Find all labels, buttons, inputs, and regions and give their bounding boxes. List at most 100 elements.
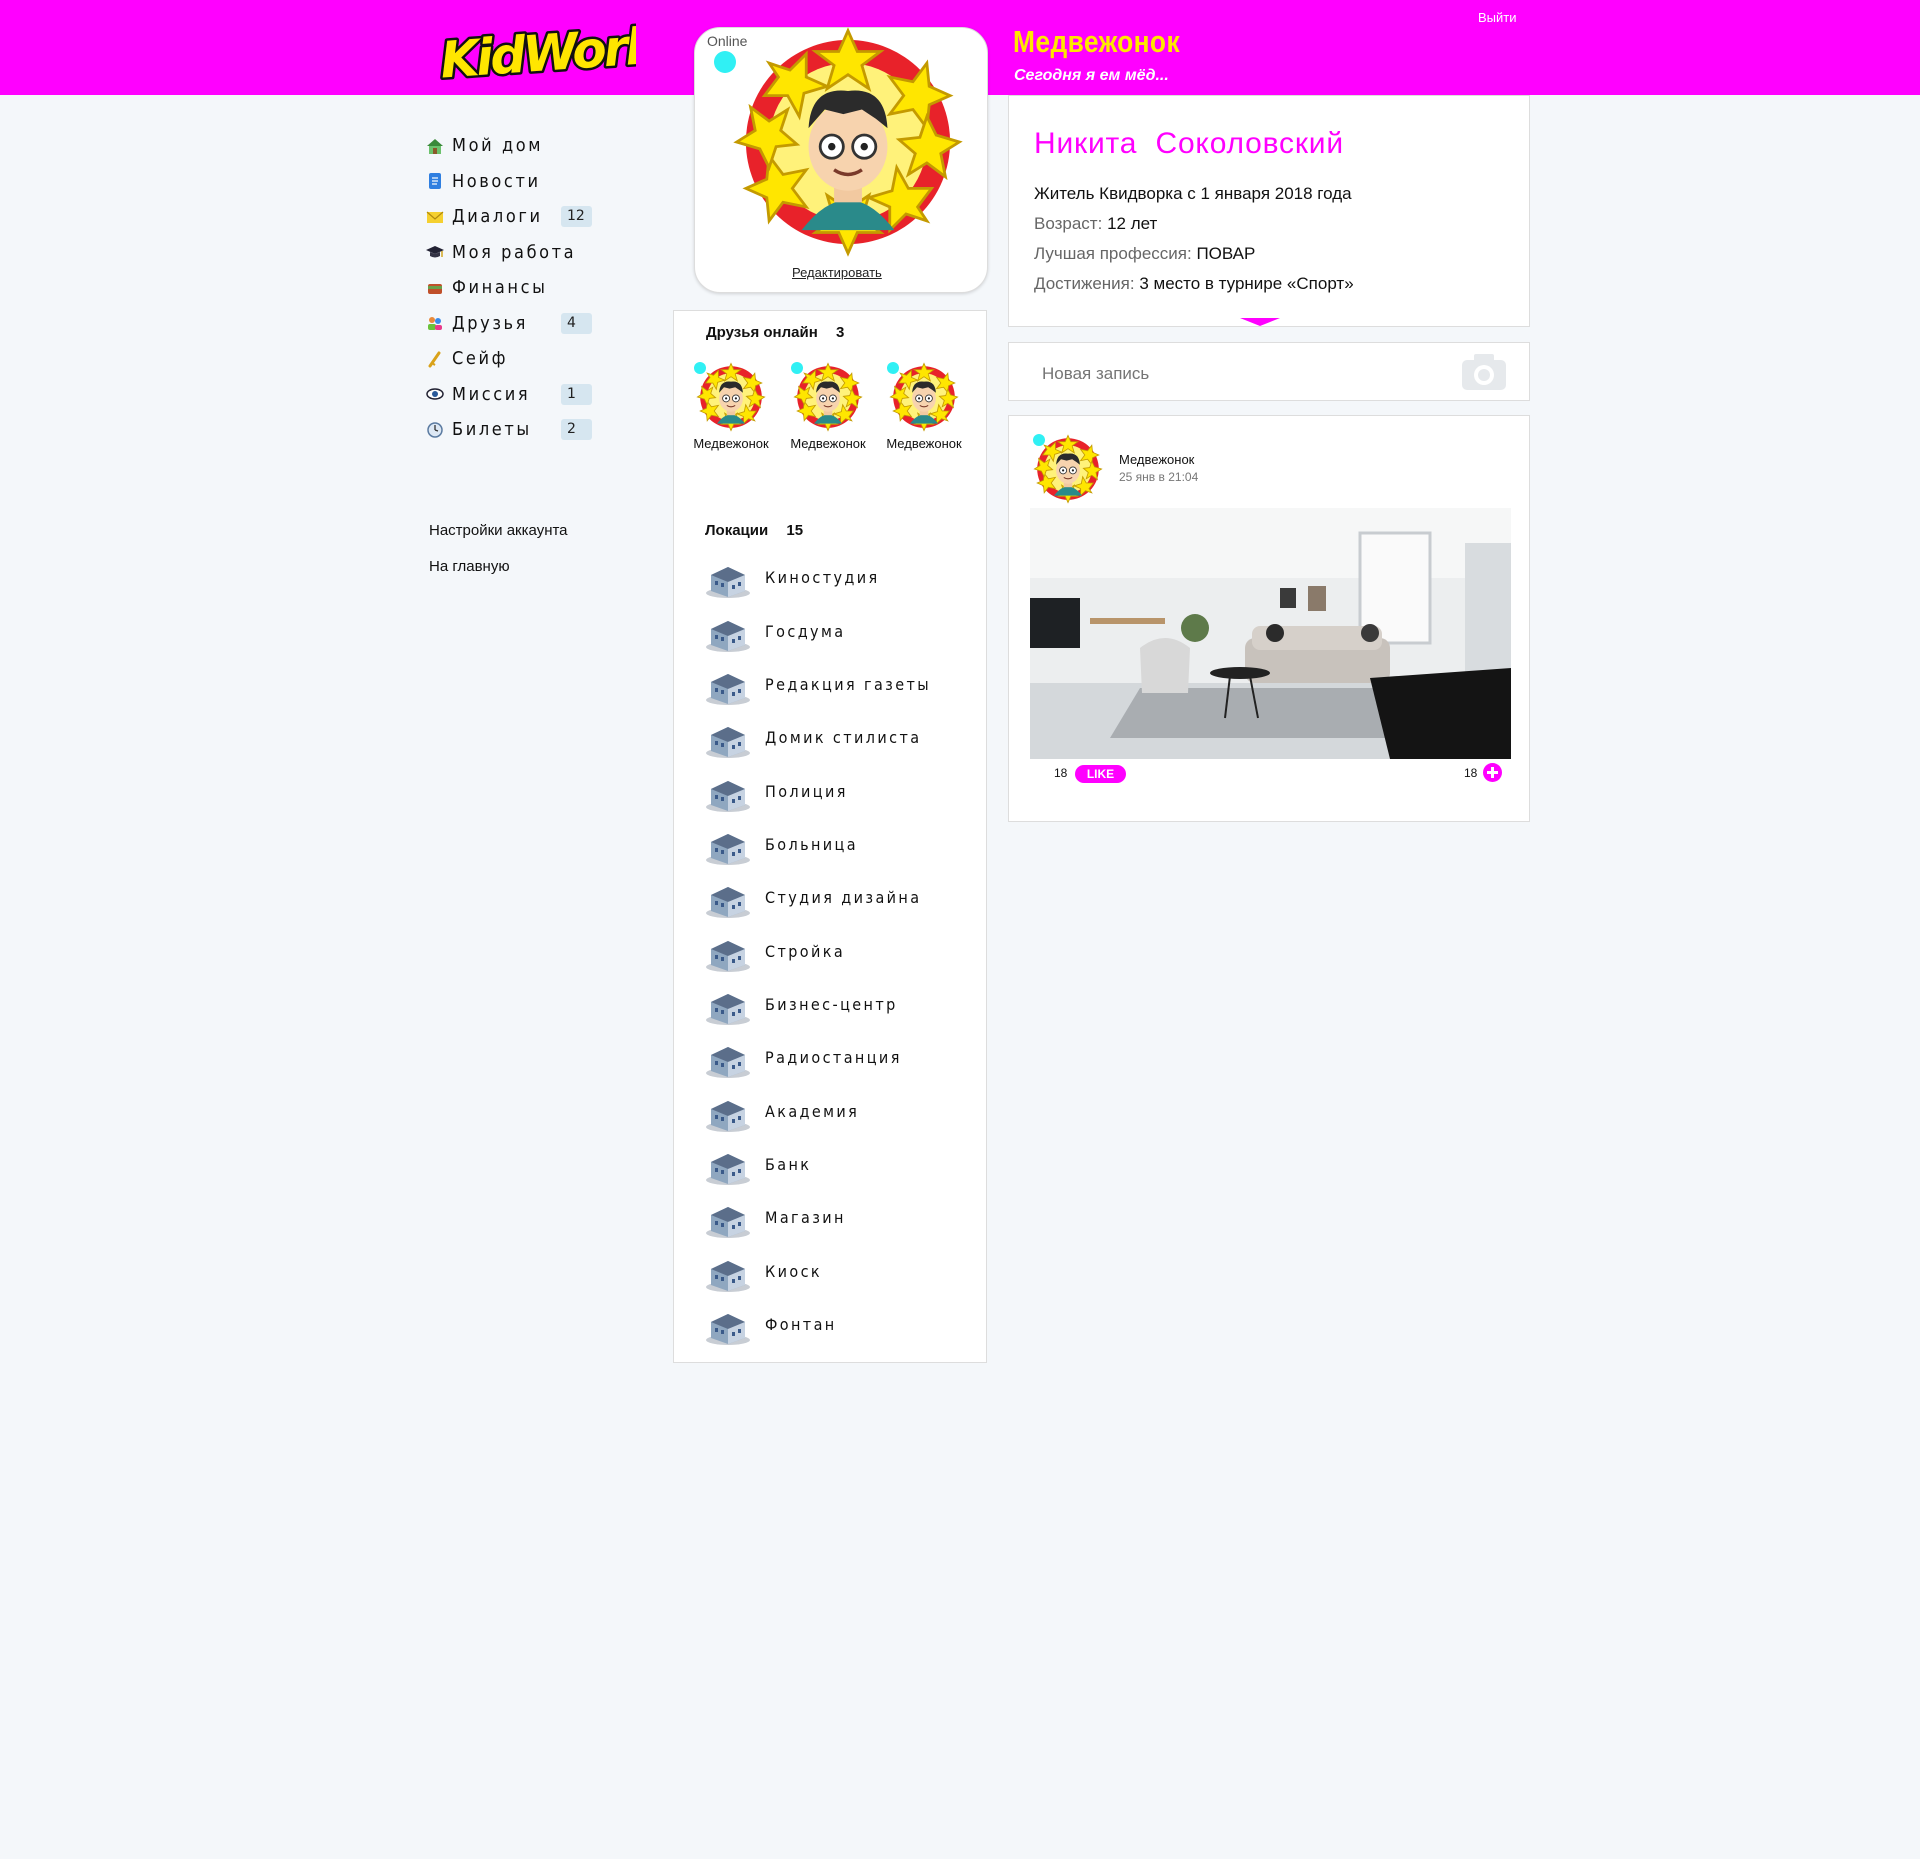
- location-shop[interactable]: Магазин: [703, 1195, 973, 1239]
- nav-label: Сейф: [452, 348, 509, 370]
- like-button[interactable]: LIKE: [1075, 765, 1126, 783]
- nav-item-safe[interactable]: Сейф: [425, 341, 595, 377]
- nav-item-home[interactable]: Мой дом: [425, 128, 595, 164]
- nav-label: Диалоги: [452, 206, 543, 228]
- friends-online-count: 3: [835, 324, 845, 341]
- location-police[interactable]: Полиция: [703, 769, 973, 813]
- nav-label: Друзья: [452, 312, 529, 334]
- location-kiosk[interactable]: Киоск: [703, 1249, 973, 1293]
- location-label: Радиостанция: [765, 1047, 902, 1067]
- online-indicator: [887, 362, 899, 374]
- logout-link[interactable]: Выйти: [1478, 10, 1517, 25]
- achievements-value: 3 место в турнире «Спорт»: [1139, 274, 1354, 293]
- post-photo-living-room[interactable]: [1030, 508, 1511, 759]
- eye-icon: [425, 384, 445, 404]
- share-count: 18: [1464, 766, 1478, 780]
- location-film-studio[interactable]: Киностудия: [703, 555, 973, 599]
- location-design-studio[interactable]: Студия дизайна: [703, 875, 973, 919]
- dialogs-badge: 12: [561, 206, 592, 227]
- friends-online-title: Друзья онлайн 3: [706, 324, 844, 341]
- location-academy[interactable]: Академия: [703, 1089, 973, 1133]
- friend-avatar: [696, 362, 766, 432]
- house-icon: [425, 136, 445, 156]
- business-center-icon: [703, 982, 753, 1026]
- friend-card[interactable]: Медвежонок: [877, 362, 971, 451]
- document-icon: [425, 171, 445, 191]
- location-label: Фонтан: [765, 1314, 837, 1334]
- home-page-link[interactable]: На главную: [429, 558, 510, 575]
- last-name: Соколовский: [1155, 127, 1344, 160]
- profession-key: Лучшая профессия:: [1034, 244, 1192, 263]
- location-radio[interactable]: Радиостанция: [703, 1035, 973, 1079]
- police-station-icon: [703, 769, 753, 813]
- location-label: Редакция газеты: [765, 674, 932, 694]
- nav-item-mission[interactable]: Миссия 1: [425, 377, 595, 413]
- graduation-cap-icon: [425, 242, 445, 262]
- location-hospital[interactable]: Больница: [703, 822, 973, 866]
- film-studio-icon: [703, 555, 753, 599]
- nav-item-dialogs[interactable]: Диалоги 12: [425, 199, 595, 235]
- header-nickname: Медвежонок: [1013, 24, 1181, 59]
- nav-label: Новости: [452, 170, 541, 192]
- location-parliament[interactable]: Госдума: [703, 609, 973, 653]
- age-row: Возраст: 12 лет: [1034, 214, 1157, 234]
- profile-avatar[interactable]: [720, 26, 976, 258]
- location-label: Домик стилиста: [765, 727, 922, 747]
- camera-icon[interactable]: [1460, 350, 1508, 392]
- resident-since: Житель Квидворка с 1 января 2018 года: [1034, 184, 1352, 203]
- academy-icon: [703, 1089, 753, 1133]
- kidwork-logo[interactable]: KidWork: [436, 14, 666, 92]
- friends-online-label: Друзья онлайн: [706, 324, 818, 341]
- nav-item-work[interactable]: Моя работа: [425, 235, 595, 271]
- edit-avatar-link[interactable]: Редактировать: [792, 265, 882, 280]
- location-stylist[interactable]: Домик стилиста: [703, 715, 973, 759]
- hospital-icon: [703, 822, 753, 866]
- friends-badge: 4: [561, 312, 592, 334]
- location-label: Бизнес-центр: [765, 994, 898, 1014]
- location-fountain[interactable]: Фонтан: [703, 1302, 973, 1346]
- post-author-name[interactable]: Медвежонок: [1119, 452, 1194, 467]
- online-label: Online: [707, 33, 748, 49]
- nav-label: Миссия: [452, 383, 531, 405]
- locations-count: 15: [786, 522, 804, 539]
- profession-value: ПОВАР: [1196, 244, 1256, 263]
- bank-icon: [703, 1142, 753, 1186]
- nav-item-friends[interactable]: Друзья 4: [425, 306, 595, 342]
- account-settings-link[interactable]: Настройки аккаунта: [429, 522, 568, 539]
- friend-card[interactable]: Медвежонок: [781, 362, 875, 451]
- location-label: Полиция: [765, 781, 848, 801]
- newspaper-office-icon: [703, 662, 753, 706]
- location-bank[interactable]: Банк: [703, 1142, 973, 1186]
- nav-label: Моя работа: [452, 241, 577, 263]
- location-construction[interactable]: Стройка: [703, 929, 973, 973]
- tickets-badge: 2: [561, 419, 592, 440]
- stylist-house-icon: [703, 715, 753, 759]
- profession-row: Лучшая профессия: ПОВАР: [1034, 244, 1255, 264]
- nav-item-tickets[interactable]: Билеты 2: [425, 412, 595, 448]
- envelope-icon: [425, 207, 445, 227]
- post-author-avatar[interactable]: [1033, 434, 1103, 504]
- location-newspaper[interactable]: Редакция газеты: [703, 662, 973, 706]
- key-icon: [425, 349, 445, 369]
- location-business-center[interactable]: Бизнес-центр: [703, 982, 973, 1026]
- shop-icon: [703, 1195, 753, 1239]
- nav-item-news[interactable]: Новости: [425, 164, 595, 200]
- nav-item-finance[interactable]: Финансы: [425, 270, 595, 306]
- plus-icon[interactable]: [1483, 763, 1502, 782]
- friend-avatar: [793, 362, 863, 432]
- mission-badge: 1: [561, 383, 592, 405]
- fountain-icon: [703, 1302, 753, 1346]
- new-post-input[interactable]: [1040, 361, 1444, 387]
- age-value: 12 лет: [1107, 214, 1158, 233]
- online-indicator: [714, 51, 736, 73]
- post-date: 25 янв в 21:04: [1119, 470, 1199, 484]
- nav-label: Мой дом: [452, 135, 544, 157]
- clock-icon: [425, 420, 445, 440]
- location-label: Госдума: [765, 621, 846, 641]
- kiosk-icon: [703, 1249, 753, 1293]
- expand-profile-arrow[interactable]: [1240, 318, 1280, 326]
- friend-name: Медвежонок: [693, 436, 769, 451]
- friend-avatar: [889, 362, 959, 432]
- age-key: Возраст:: [1034, 214, 1103, 233]
- friend-card[interactable]: Медвежонок: [684, 362, 778, 451]
